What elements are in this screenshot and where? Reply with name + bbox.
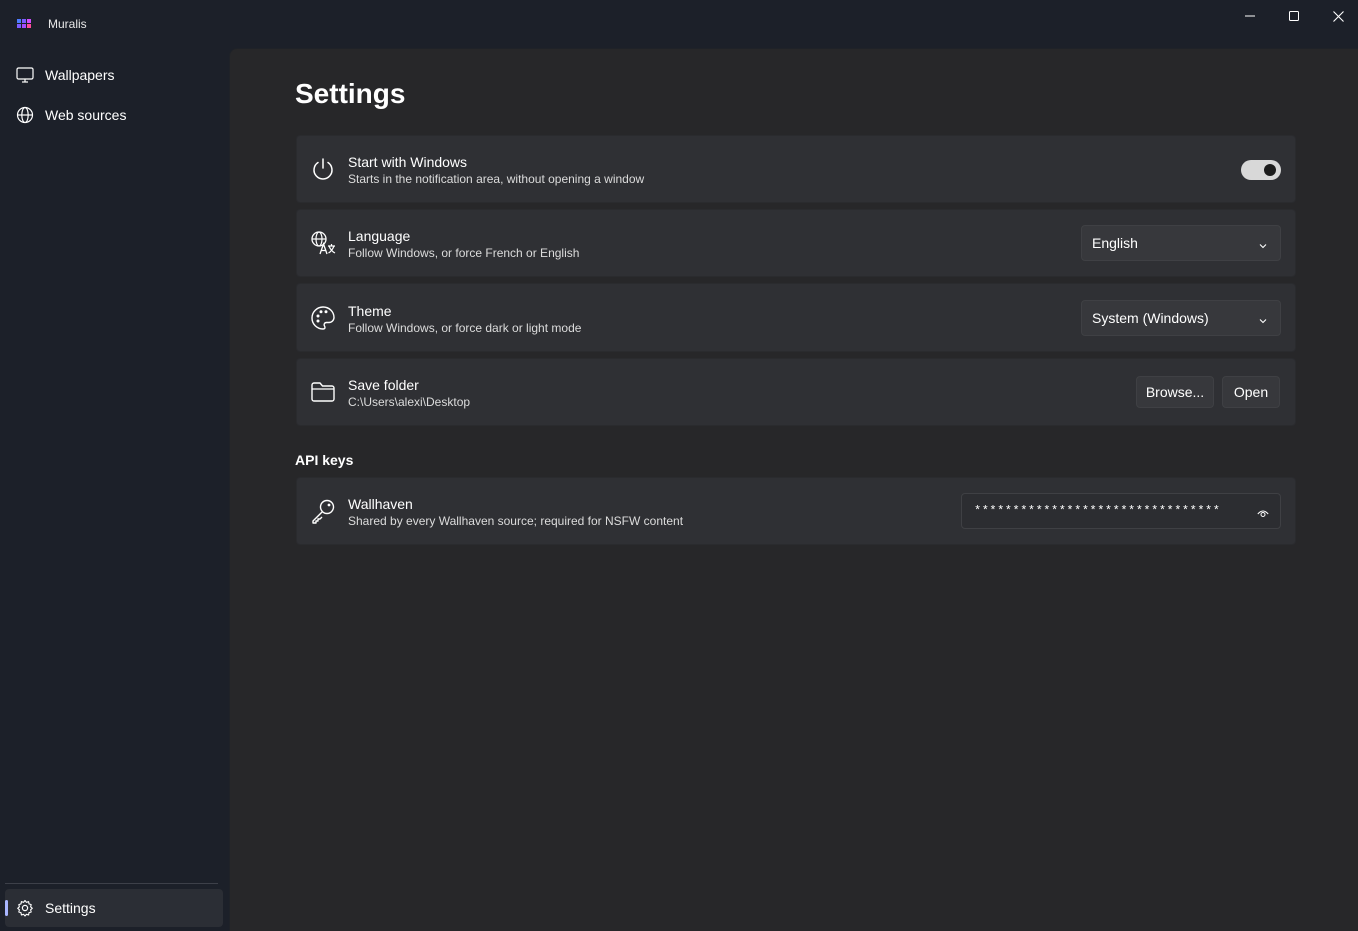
sidebar: Wallpapers Web sources Settings — [0, 48, 229, 930]
setting-title: Start with Windows — [348, 154, 468, 170]
title-bar[interactable]: Muralis — [0, 0, 1358, 48]
sidebar-item-web-sources[interactable]: Web sources — [5, 96, 223, 134]
setting-card-language: Language Follow Windows, or force French… — [296, 209, 1296, 277]
setting-subtitle: Starts in the notification area, without… — [348, 172, 645, 186]
chevron-down-icon — [1258, 313, 1268, 324]
globe-icon — [16, 106, 34, 124]
minimize-button[interactable] — [1228, 0, 1272, 32]
settings-page: Settings Start with Windows Starts in th… — [229, 48, 1358, 931]
sidebar-item-label: Wallpapers — [45, 67, 115, 83]
setting-card-save-folder: Save folder C:\Users\alexi\Desktop Brows… — [296, 358, 1296, 426]
toggle-knob — [1264, 164, 1276, 176]
setting-title: Wallhaven — [348, 496, 413, 512]
theme-dropdown[interactable]: System (Windows) — [1081, 300, 1281, 336]
section-header-api-keys: API keys — [295, 452, 354, 468]
gear-icon — [16, 899, 34, 917]
maximize-icon — [1289, 11, 1299, 21]
setting-card-startup: Start with Windows Starts in the notific… — [296, 135, 1296, 203]
palette-icon — [310, 305, 336, 331]
setting-subtitle: Follow Windows, or force dark or light m… — [348, 321, 582, 335]
folder-icon — [310, 379, 336, 405]
power-icon — [310, 156, 336, 182]
masked-api-key: ******************************** — [974, 504, 1221, 518]
setting-title: Language — [348, 228, 411, 244]
app-logo-icon — [16, 16, 32, 32]
sidebar-item-label: Web sources — [45, 107, 127, 123]
close-icon — [1332, 10, 1344, 22]
open-folder-button[interactable]: Open — [1222, 376, 1280, 408]
browse-button[interactable]: Browse... — [1136, 376, 1214, 408]
minimize-icon — [1245, 15, 1255, 17]
setting-subtitle: Shared by every Wallhaven source; requir… — [348, 514, 684, 528]
selection-indicator — [5, 900, 8, 916]
monitor-icon — [16, 66, 34, 84]
key-icon — [310, 498, 336, 524]
save-folder-path: C:\Users\alexi\Desktop — [348, 395, 471, 409]
wallhaven-api-key-input[interactable]: ******************************** — [961, 493, 1281, 529]
start-with-windows-toggle[interactable] — [1241, 160, 1281, 180]
reveal-password-eye-icon[interactable] — [1257, 506, 1269, 517]
sidebar-item-label: Settings — [45, 900, 96, 916]
page-title: Settings — [295, 78, 406, 109]
maximize-button[interactable] — [1272, 0, 1316, 32]
setting-title: Theme — [348, 303, 392, 319]
dropdown-value: English — [1092, 235, 1138, 251]
setting-subtitle: Follow Windows, or force French or Engli… — [348, 246, 580, 260]
language-dropdown[interactable]: English — [1081, 225, 1281, 261]
sidebar-item-wallpapers[interactable]: Wallpapers — [5, 56, 223, 94]
dropdown-value: System (Windows) — [1092, 310, 1209, 326]
app-window: Muralis Wallpapers Web sources Settings … — [0, 0, 1358, 931]
sidebar-item-settings[interactable]: Settings — [5, 889, 223, 927]
chevron-down-icon — [1258, 238, 1268, 249]
sidebar-divider — [5, 883, 218, 884]
setting-title: Save folder — [348, 377, 419, 393]
setting-card-wallhaven: Wallhaven Shared by every Wallhaven sour… — [296, 477, 1296, 545]
close-button[interactable] — [1316, 0, 1358, 32]
app-title: Muralis — [48, 17, 87, 31]
setting-card-theme: Theme Follow Windows, or force dark or l… — [296, 283, 1296, 352]
language-icon — [310, 230, 336, 256]
